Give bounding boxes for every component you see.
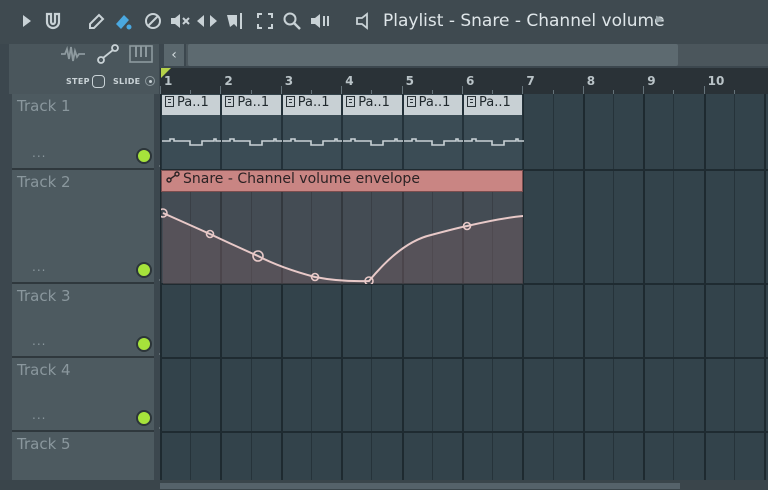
delete-icon[interactable] — [142, 10, 164, 32]
ruler-tick — [462, 86, 463, 94]
playback-icon[interactable] — [309, 10, 331, 32]
step-toggle[interactable] — [92, 75, 105, 88]
step-preview — [343, 138, 404, 146]
track-header[interactable]: Track 2... — [12, 170, 164, 284]
zoom-icon[interactable] — [281, 10, 303, 32]
step-preview — [403, 138, 464, 146]
automation-icon[interactable] — [97, 44, 119, 68]
pattern-clip-label: Pa..1 — [479, 95, 511, 110]
pattern-clip-label: Pa..1 — [418, 95, 451, 110]
chevron-right-icon[interactable]: ▶ — [656, 14, 664, 25]
track-mute-led[interactable] — [136, 148, 152, 164]
pattern-clip[interactable]: Pa..1 — [281, 95, 343, 169]
magnet-icon[interactable] — [42, 10, 64, 32]
pattern-icon — [346, 96, 356, 107]
ruler-tick — [522, 86, 524, 94]
pattern-clip-label: Pa..1 — [297, 95, 330, 110]
track-dots: ... — [32, 408, 47, 422]
track-mute-led[interactable] — [136, 410, 152, 426]
ruler-bar-number: 2 — [224, 74, 233, 88]
ruler-bar-number: 7 — [526, 74, 535, 88]
pattern-clip-header[interactable]: Pa..1 — [162, 95, 221, 115]
ruler-tick — [280, 86, 282, 94]
automation-envelope[interactable] — [161, 192, 523, 284]
speaker-icon — [354, 10, 378, 32]
ruler-bar-number: 8 — [586, 74, 596, 88]
automation-clip-label: Snare - Channel volume envelope — [183, 171, 420, 187]
ruler-bar-number: 3 — [284, 74, 294, 88]
pattern-clip-label: Pa..1 — [177, 95, 209, 110]
ruler-tick — [582, 86, 584, 94]
mute-icon[interactable] — [169, 10, 191, 32]
ruler-tick — [703, 86, 705, 94]
track-mute-led[interactable] — [136, 262, 152, 278]
ruler-tick — [341, 86, 343, 94]
waveform-icon[interactable] — [60, 45, 86, 67]
ruler-bar-number: 6 — [466, 74, 475, 88]
pencil-icon[interactable] — [86, 10, 108, 32]
pattern-clip-header[interactable]: Pa..1 — [282, 95, 342, 115]
step-preview — [162, 138, 222, 146]
ruler-bar-number: 4 — [345, 74, 354, 88]
pattern-clip[interactable]: Pa..1 — [402, 95, 464, 169]
scroll-left-button[interactable]: ‹ — [164, 44, 184, 66]
pattern-icon — [165, 96, 174, 107]
paint-icon[interactable] — [112, 10, 134, 32]
track-dots: ... — [32, 146, 47, 160]
slide-toggle[interactable] — [145, 76, 155, 86]
step-preview — [464, 138, 524, 146]
track-name: Track 4 — [17, 361, 71, 379]
piano-icon[interactable] — [129, 45, 153, 67]
pattern-clip-header[interactable]: Pa..1 — [343, 95, 402, 115]
ruler-bar-number: 1 — [164, 74, 173, 88]
ruler-tick — [401, 86, 403, 94]
select-icon[interactable] — [254, 10, 276, 32]
track-header[interactable]: Track 4... — [12, 358, 164, 432]
track-dots: ... — [32, 334, 47, 348]
step-label: STEP — [66, 77, 90, 86]
track-divider — [160, 357, 768, 359]
ruler-tick — [160, 86, 161, 94]
track-header[interactable]: Track 1... — [12, 94, 164, 170]
automation-icon — [166, 171, 180, 187]
ruler-bar-number: 10 — [707, 74, 725, 88]
slide-label: SLIDE — [113, 77, 141, 86]
track-mute-led[interactable] — [136, 336, 152, 352]
bottom-scrollbar-thumb[interactable] — [160, 483, 680, 489]
track-divider — [160, 431, 768, 433]
ruler-tick — [643, 86, 645, 94]
pattern-clip-header[interactable]: Pa..1 — [222, 95, 281, 115]
pattern-clip[interactable]: Pa..1 — [161, 95, 222, 169]
scrollbar-thumb[interactable] — [188, 44, 678, 66]
track-name: Track 3 — [17, 287, 71, 305]
track-name: Track 2 — [17, 173, 71, 191]
play-icon[interactable] — [16, 10, 38, 32]
step-preview — [282, 138, 343, 146]
pattern-clip[interactable]: Pa..1 — [463, 95, 524, 169]
pattern-clip[interactable]: Pa..1 — [221, 95, 283, 169]
pattern-clip-label: Pa..1 — [358, 95, 390, 110]
pattern-icon — [285, 96, 295, 107]
track-dots: ... — [32, 260, 47, 274]
ruler-bar-number: 5 — [405, 74, 414, 88]
pattern-clip[interactable]: Pa..1 — [342, 95, 404, 169]
pattern-icon — [467, 96, 476, 107]
ruler-bar-number: 9 — [647, 74, 656, 88]
automation-clip-header[interactable]: Snare - Channel volume envelope — [161, 170, 523, 192]
track-name: Track 5 — [17, 435, 71, 453]
window-title: Playlist - Snare - Channel volume — [383, 11, 665, 31]
track-header[interactable]: Track 3... — [12, 284, 164, 358]
pattern-clip-label: Pa..1 — [237, 95, 270, 110]
track-name: Track 1 — [17, 97, 71, 115]
slice-icon[interactable] — [225, 10, 247, 32]
step-preview — [222, 138, 283, 146]
ruler-tick — [220, 86, 222, 94]
pattern-clip-header[interactable]: Pa..1 — [464, 95, 523, 115]
pattern-icon — [225, 96, 235, 107]
pattern-icon — [406, 96, 416, 107]
pattern-clip-header[interactable]: Pa..1 — [403, 95, 462, 115]
slip-icon[interactable] — [196, 10, 218, 32]
